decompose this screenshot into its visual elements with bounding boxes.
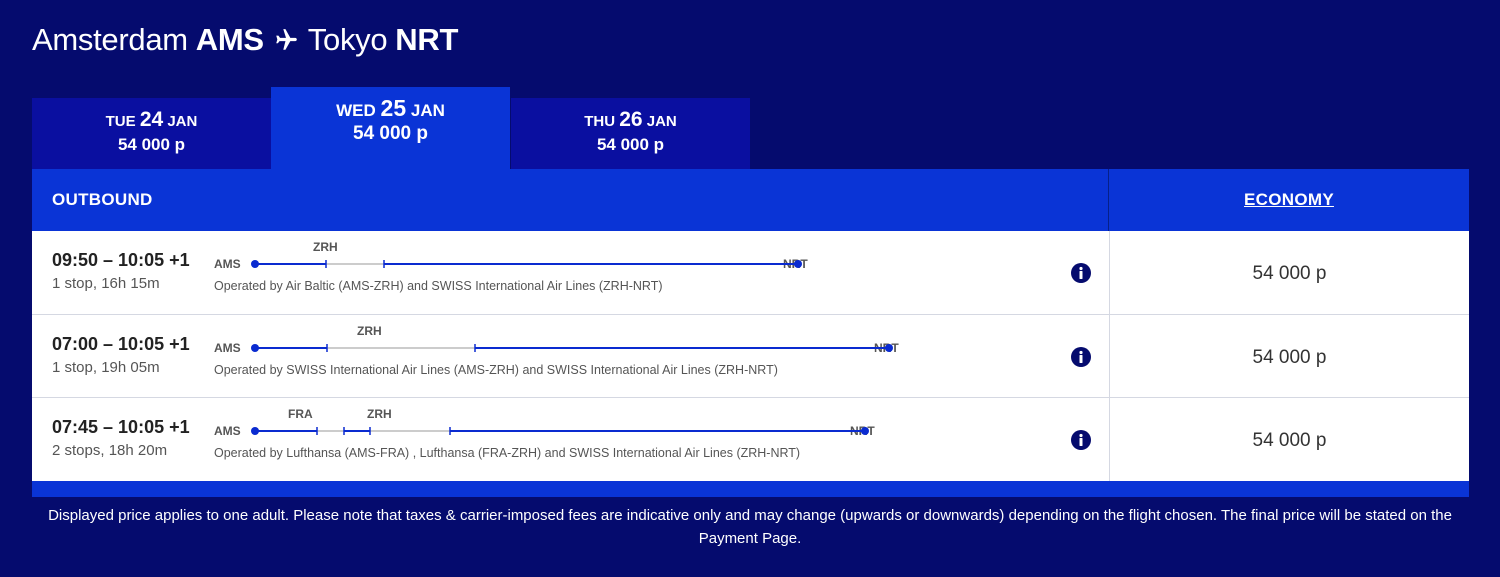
flight-times: 07:00 – 10:05 +1 [52, 334, 190, 354]
flight-row[interactable]: 09:50 – 10:05 +1 1 stop, 16h 15m AMS ZRH… [32, 231, 1469, 314]
economy-price-cell[interactable]: 54 000 р [1109, 315, 1469, 398]
flight-stops-duration: 1 stop, 19h 05m [52, 359, 160, 376]
weekday: TUE [105, 113, 136, 130]
date-label: WED 25 JAN [271, 96, 510, 123]
flight-row[interactable]: 07:45 – 10:05 +1 2 stops, 18h 20m AMS FR… [32, 398, 1469, 481]
origin-code: AMS [214, 424, 241, 438]
route-diagram: AMS FRA ZRH NRT [214, 407, 875, 438]
connection-code: FRA [288, 407, 313, 421]
date-price: 54 000 р [596, 135, 665, 154]
flight-row[interactable]: 07:00 – 10:05 +1 1 stop, 19h 05m AMS ZRH… [32, 315, 1469, 398]
date-tab-wed-25[interactable]: WED 25 JAN 54 000 р [271, 87, 510, 169]
day: 26 [619, 108, 643, 131]
flight-times: 09:50 – 10:05 +1 [52, 250, 190, 270]
origin-code: AMS [214, 341, 241, 355]
weekday: THU [584, 113, 616, 130]
destination-city: Tokyo [307, 22, 388, 57]
operated-by: Operated by Lufthansa (AMS-FRA) , Luftha… [214, 446, 801, 460]
route-line [251, 344, 893, 352]
route-line [251, 427, 869, 435]
operated-by: Operated by SWISS International Air Line… [214, 363, 778, 377]
connection-code: ZRH [367, 407, 392, 421]
route-diagram: AMS ZRH NRT [214, 240, 808, 271]
day: 24 [139, 108, 164, 131]
connection-code: ZRH [357, 324, 382, 338]
date-price: 54 000 р [117, 135, 186, 154]
date-label: THU 26 JAN [511, 108, 750, 134]
date-tab-thu-26[interactable]: THU 26 JAN 54 000 р [511, 98, 750, 169]
operated-by: Operated by Air Baltic (AMS-ZRH) and SWI… [214, 279, 663, 293]
flight-stops-duration: 1 stop, 16h 15m [52, 275, 160, 292]
economy-price-cell[interactable]: 54 000 р [1109, 398, 1469, 481]
route-diagram: AMS ZRH NRT [214, 324, 899, 355]
date-price: 54 000 р [353, 123, 428, 144]
flight-times: 07:45 – 10:05 +1 [52, 417, 190, 437]
date-label: TUE 24 JAN [32, 108, 271, 134]
route-line [251, 260, 802, 268]
origin-code: AMS [195, 22, 264, 57]
destination-code: NRT [395, 22, 459, 57]
price-disclaimer: Displayed price applies to one adult. Pl… [48, 507, 1452, 547]
flight-stops-duration: 2 stops, 18h 20m [52, 442, 168, 459]
month: JAN [410, 101, 445, 120]
info-icon[interactable] [1070, 346, 1092, 373]
origin-code: AMS [214, 257, 241, 271]
results-header: OUTBOUND ECONOMY [32, 169, 1469, 231]
economy-price-cell[interactable]: 54 000 р [1109, 231, 1469, 314]
route-title: Amsterdam AMS Tokyo NRT [32, 22, 458, 58]
origin-city: Amsterdam [32, 22, 188, 57]
plane-icon [272, 27, 300, 53]
outbound-heading: OUTBOUND [52, 190, 153, 209]
connection-code: ZRH [313, 240, 338, 254]
day: 25 [380, 95, 407, 121]
info-icon[interactable] [1070, 429, 1092, 456]
economy-column-heading[interactable]: ECONOMY [1109, 190, 1469, 210]
month: JAN [167, 113, 198, 130]
results-table: OUTBOUND ECONOMY 09:50 – 10:05 +1 1 stop… [32, 169, 1469, 497]
date-tab-tue-24[interactable]: TUE 24 JAN 54 000 р [32, 98, 271, 169]
weekday: WED [336, 101, 376, 120]
date-tabs: TUE 24 JAN 54 000 р WED 25 JAN 54 000 р … [32, 87, 750, 169]
month: JAN [646, 113, 677, 130]
info-icon[interactable] [1070, 262, 1092, 289]
